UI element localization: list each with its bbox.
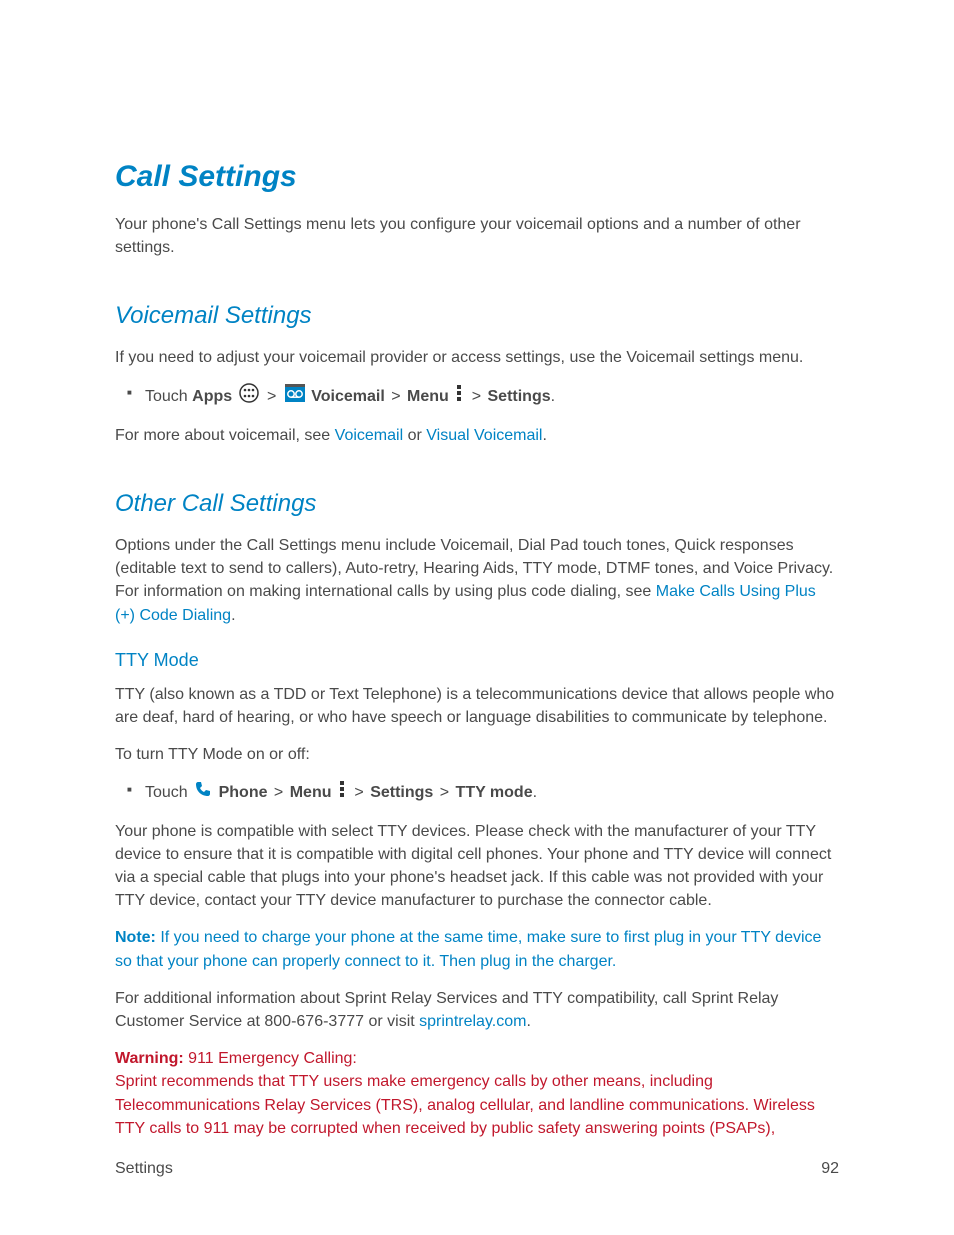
- warning-body: Sprint recommends that TTY users make em…: [115, 1073, 815, 1136]
- period: .: [542, 427, 546, 444]
- phone-icon: [194, 780, 212, 805]
- touch-label: Touch: [145, 784, 192, 801]
- period: .: [533, 784, 537, 801]
- separator: >: [435, 784, 453, 801]
- separator: >: [467, 388, 485, 405]
- page-footer: Settings 92: [115, 1157, 839, 1180]
- voicemail-settings-heading: Voicemail Settings: [115, 299, 839, 334]
- separator: >: [269, 784, 287, 801]
- tty-p4-post: .: [526, 1013, 530, 1030]
- note-body: If you need to charge your phone at the …: [115, 929, 821, 969]
- settings-label: Settings: [488, 388, 551, 405]
- apps-label: Apps: [192, 388, 232, 405]
- page-title: Call Settings: [115, 155, 839, 199]
- voicemail-path-step: Touch Apps > Voicemail > Menu > Settings…: [145, 383, 839, 410]
- voicemail-icon: [285, 384, 305, 409]
- tty-compatibility: Your phone is compatible with select TTY…: [115, 820, 839, 913]
- menu-label: Menu: [407, 388, 449, 405]
- settings-label: Settings: [370, 784, 433, 801]
- oc-p1-post: .: [231, 607, 235, 624]
- sprint-relay-info: For additional information about Sprint …: [115, 987, 839, 1033]
- intro-paragraph: Your phone's Call Settings menu lets you…: [115, 213, 839, 259]
- tty-path-step: Touch Phone > Menu > Settings > TTY mode…: [145, 780, 839, 805]
- touch-label: Touch: [145, 388, 192, 405]
- more-pre: For more about voicemail, see: [115, 427, 335, 444]
- voicemail-label: Voicemail: [311, 388, 385, 405]
- page-number: 92: [821, 1157, 839, 1180]
- other-call-settings-heading: Other Call Settings: [115, 487, 839, 522]
- separator: >: [263, 388, 281, 405]
- voicemail-intro: If you need to adjust your voicemail pro…: [115, 346, 839, 369]
- period: .: [551, 388, 555, 405]
- warning-heading: 911 Emergency Calling:: [184, 1050, 357, 1067]
- voicemail-more-info: For more about voicemail, see Voicemail …: [115, 424, 839, 447]
- other-call-paragraph: Options under the Call Settings menu inc…: [115, 534, 839, 627]
- tty-warning: Warning: 911 Emergency Calling: Sprint r…: [115, 1047, 839, 1140]
- phone-label: Phone: [219, 784, 268, 801]
- voicemail-link[interactable]: Voicemail: [335, 427, 403, 444]
- warning-label: Warning:: [115, 1050, 184, 1067]
- tty-description: TTY (also known as a TDD or Text Telepho…: [115, 683, 839, 729]
- visual-voicemail-link[interactable]: Visual Voicemail: [426, 427, 542, 444]
- separator: >: [387, 388, 405, 405]
- footer-section: Settings: [115, 1157, 173, 1180]
- tty-mode-heading: TTY Mode: [115, 647, 839, 673]
- note-label: Note:: [115, 929, 156, 946]
- tty-toggle-intro: To turn TTY Mode on or off:: [115, 743, 839, 766]
- or-text: or: [403, 427, 426, 444]
- menu-icon: [455, 384, 463, 409]
- menu-icon: [338, 780, 346, 805]
- apps-icon: [239, 383, 259, 410]
- separator: >: [350, 784, 368, 801]
- menu-label: Menu: [290, 784, 332, 801]
- tty-note: Note: If you need to charge your phone a…: [115, 926, 839, 972]
- sprintrelay-link[interactable]: sprintrelay.com: [419, 1013, 526, 1030]
- tty-mode-label: TTY mode: [456, 784, 533, 801]
